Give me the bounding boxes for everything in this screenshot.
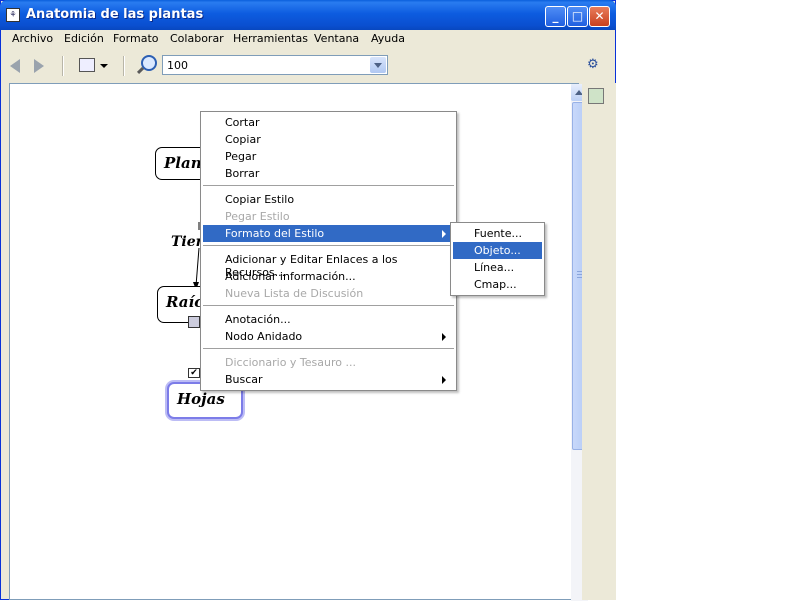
checkmark-resource-icon[interactable]: ✔ xyxy=(188,368,200,378)
menu-item-copiar-estilo[interactable]: Copiar Estilo xyxy=(203,191,454,208)
submenu-arrow-icon xyxy=(442,333,446,341)
submenu-item-linea[interactable]: Línea... xyxy=(453,259,542,276)
zoom-value[interactable]: 100 xyxy=(167,59,188,72)
menu-item-formato-del-estilo[interactable]: Formato del Estilo xyxy=(203,225,454,242)
menu-item-borrar[interactable]: Borrar xyxy=(203,165,454,182)
chevron-down-icon[interactable] xyxy=(100,64,108,68)
submenu-arrow-icon xyxy=(442,376,446,384)
title-bar[interactable]: ⚘ Anatomia de las plantas _ □ ✕ xyxy=(0,0,616,30)
menu-item-adicionar-informacion[interactable]: Adicionar información... xyxy=(203,268,454,285)
zoom-combo[interactable]: 100 xyxy=(162,55,388,75)
menu-separator xyxy=(203,185,454,186)
menu-item-diccionario: Diccionario y Tesauro ... xyxy=(225,356,356,369)
menu-colaborar[interactable]: Colaborar xyxy=(170,32,224,45)
menu-edicion[interactable]: Edición xyxy=(64,32,104,45)
view-mode-icon[interactable] xyxy=(79,58,95,72)
submenu-item-fuente[interactable]: Fuente... xyxy=(453,225,542,242)
toolbar: 100 ⚙ xyxy=(4,50,612,82)
submenu-item-objeto[interactable]: Objeto... xyxy=(453,242,542,259)
menu-item-anotacion[interactable]: Anotación... xyxy=(203,311,454,328)
collaboration-icon[interactable] xyxy=(588,88,604,104)
menu-archivo[interactable]: Archivo xyxy=(12,32,53,45)
close-button[interactable]: ✕ xyxy=(589,6,610,27)
menu-ayuda[interactable]: Ayuda xyxy=(371,32,405,45)
zoom-icon-handle xyxy=(136,66,145,75)
menu-formato[interactable]: Formato xyxy=(113,32,159,45)
menu-item-pegar-estilo: Pegar Estilo xyxy=(225,210,290,223)
maximize-button[interactable]: □ xyxy=(567,6,588,27)
node-label: Plan xyxy=(164,154,202,172)
menu-item-enlaces-recursos[interactable]: Adicionar y Editar Enlaces a los Recurso… xyxy=(203,251,454,279)
image-resource-icon[interactable] xyxy=(188,316,200,328)
context-menu: Cortar Copiar Pegar Borrar Copiar Estilo… xyxy=(200,111,457,391)
toolbar-separator xyxy=(62,56,64,76)
submenu-arrow-icon xyxy=(442,230,446,238)
style-format-submenu: Fuente... Objeto... Línea... Cmap... xyxy=(450,222,545,296)
menu-item-lista-discusion: Nueva Lista de Discusión xyxy=(225,287,364,300)
app-icon[interactable]: ⚘ xyxy=(6,8,20,22)
menu-item-nodo-anidado[interactable]: Nodo Anidado xyxy=(203,328,454,345)
menu-separator xyxy=(203,305,454,306)
menu-herramientas[interactable]: Herramientas xyxy=(233,32,308,45)
menu-bar: Archivo Edición Formato Colaborar Herram… xyxy=(4,30,612,48)
node-label: Raíc xyxy=(166,293,204,311)
menu-separator xyxy=(203,348,454,349)
help-icon[interactable]: ⚙ xyxy=(587,57,603,73)
forward-arrow-icon[interactable] xyxy=(34,59,44,73)
minimize-button[interactable]: _ xyxy=(545,6,566,27)
toolbar-separator xyxy=(123,56,125,76)
menu-item-pegar[interactable]: Pegar xyxy=(203,148,454,165)
menu-item-cortar[interactable]: Cortar xyxy=(203,114,454,131)
node-label: Hojas xyxy=(177,390,225,408)
menu-item-buscar[interactable]: Buscar xyxy=(203,371,454,388)
zoom-dropdown-button[interactable] xyxy=(370,57,386,73)
window-title: Anatomia de las plantas xyxy=(26,7,204,22)
submenu-item-cmap[interactable]: Cmap... xyxy=(453,276,542,293)
menu-ventana[interactable]: Ventana xyxy=(314,32,359,45)
menu-separator xyxy=(203,245,454,246)
side-panel xyxy=(582,83,616,600)
back-arrow-icon[interactable] xyxy=(10,59,20,73)
menu-item-copiar[interactable]: Copiar xyxy=(203,131,454,148)
